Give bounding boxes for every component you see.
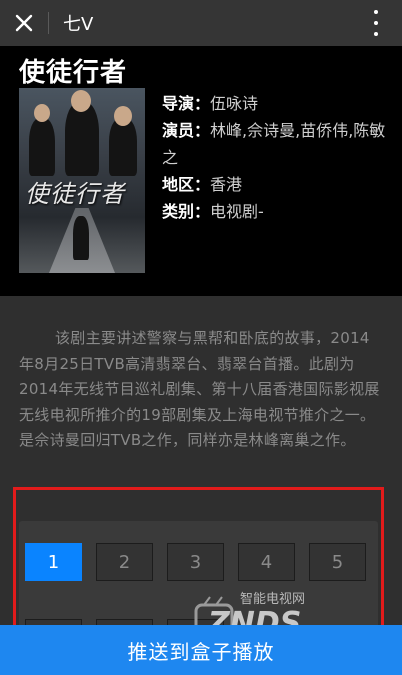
page: 七V 使徒行者 使徒行者 导演：伍咏诗 演员：林峰,佘诗曼,苗侨伟,陈敏之 地区… (0, 0, 402, 675)
director-label: 导演： (162, 94, 211, 113)
episode-button-2[interactable]: 2 (96, 543, 153, 581)
more-vertical-icon (374, 10, 378, 14)
region-row: 地区：香港 (162, 171, 387, 198)
top-bar: 七V (0, 0, 402, 46)
poster-figure (29, 118, 55, 176)
genre-label: 类别： (162, 202, 211, 221)
genre-row: 类别：电视剧- (162, 198, 387, 225)
movie-header: 使徒行者 使徒行者 导演：伍咏诗 演员：林峰,佘诗曼,苗侨伟,陈敏之 地区：香港 (0, 46, 402, 296)
episode-button-3[interactable]: 3 (167, 543, 224, 581)
movie-info: 导演：伍咏诗 演员：林峰,佘诗曼,苗侨伟,陈敏之 地区：香港 类别：电视剧- (162, 90, 387, 225)
more-options-button[interactable] (368, 10, 384, 36)
episode-button-5[interactable]: 5 (309, 543, 366, 581)
poster-face (71, 90, 91, 112)
more-vertical-icon-dot (374, 21, 378, 25)
close-button[interactable] (0, 0, 48, 46)
director-value: 伍咏诗 (210, 94, 259, 113)
region-label: 地区： (162, 175, 211, 194)
genre-value: 电视剧- (210, 202, 264, 221)
episode-button-1[interactable]: 1 (25, 543, 82, 581)
cast-label: 演员： (162, 121, 211, 140)
region-value: 香港 (210, 175, 243, 194)
movie-title: 使徒行者 (19, 58, 128, 88)
close-icon (15, 14, 33, 32)
push-to-box-button[interactable]: 推送到盒子播放 (0, 625, 402, 675)
poster-face (34, 104, 50, 122)
poster-figure (73, 216, 89, 260)
poster-figure (109, 118, 137, 176)
cast-row: 演员：林峰,佘诗曼,苗侨伟,陈敏之 (162, 117, 387, 171)
toolbar-divider (48, 12, 49, 34)
movie-poster[interactable]: 使徒行者 (19, 88, 145, 273)
more-vertical-icon-dot (374, 32, 378, 36)
movie-description: 该剧主要讲述警察与黑帮和卧底的故事，2014年8月25日TVB高清翡翠台、翡翠台… (19, 329, 380, 449)
episode-button-4[interactable]: 4 (238, 543, 295, 581)
poster-face (114, 106, 132, 126)
poster-title-text: 使徒行者 (25, 180, 125, 208)
app-title: 七V (63, 14, 94, 35)
poster-figure (65, 102, 99, 176)
director-row: 导演：伍咏诗 (162, 90, 387, 117)
